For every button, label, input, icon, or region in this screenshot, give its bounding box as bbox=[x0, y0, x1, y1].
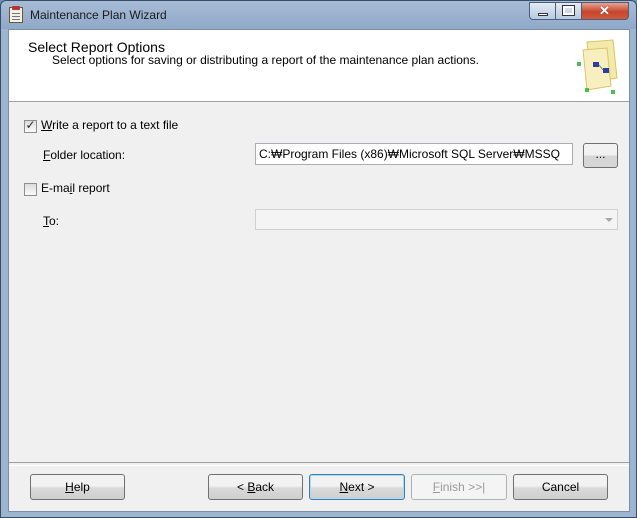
next-button[interactable]: Next > bbox=[309, 474, 405, 500]
back-button[interactable]: < Back bbox=[208, 474, 303, 500]
close-icon: ✕ bbox=[599, 3, 610, 18]
to-label: To: bbox=[43, 214, 60, 228]
close-button[interactable]: ✕ bbox=[582, 2, 629, 20]
minimize-icon bbox=[538, 13, 548, 16]
chevron-down-icon bbox=[605, 218, 613, 222]
help-button[interactable]: Help bbox=[30, 474, 125, 500]
folder-location-label: Folder location: bbox=[43, 148, 126, 162]
email-report-checkbox[interactable] bbox=[24, 183, 37, 196]
minimize-button[interactable] bbox=[529, 2, 556, 20]
wizard-page: Select Report Options Select options for… bbox=[8, 29, 630, 512]
write-report-label[interactable]: Write a report to a text file bbox=[41, 118, 178, 132]
cancel-button[interactable]: Cancel bbox=[513, 474, 608, 500]
finish-button[interactable]: Finish >>| bbox=[411, 474, 507, 500]
wizard-window: Maintenance Plan Wizard ✕ Select Report … bbox=[0, 0, 637, 518]
email-report-label[interactable]: E-mail report bbox=[41, 181, 110, 195]
maximize-button[interactable] bbox=[556, 2, 582, 20]
window-title: Maintenance Plan Wizard bbox=[30, 8, 167, 22]
footer-divider bbox=[9, 462, 629, 466]
to-operator-select[interactable] bbox=[255, 209, 618, 230]
checkmark-icon: ✓ bbox=[25, 118, 36, 132]
wizard-header: Select Report Options Select options for… bbox=[9, 30, 629, 102]
maximize-icon bbox=[562, 5, 575, 16]
page-subtitle: Select options for saving or distributin… bbox=[52, 53, 479, 67]
title-bar[interactable]: Maintenance Plan Wizard ✕ bbox=[1, 1, 636, 29]
browse-folder-button[interactable]: ... bbox=[583, 143, 618, 168]
write-report-checkbox[interactable]: ✓ bbox=[24, 118, 37, 133]
wizard-illustration-icon bbox=[577, 39, 618, 94]
folder-location-input[interactable]: C:₩Program Files (x86)₩Microsoft SQL Ser… bbox=[255, 143, 573, 165]
app-icon bbox=[9, 6, 23, 23]
